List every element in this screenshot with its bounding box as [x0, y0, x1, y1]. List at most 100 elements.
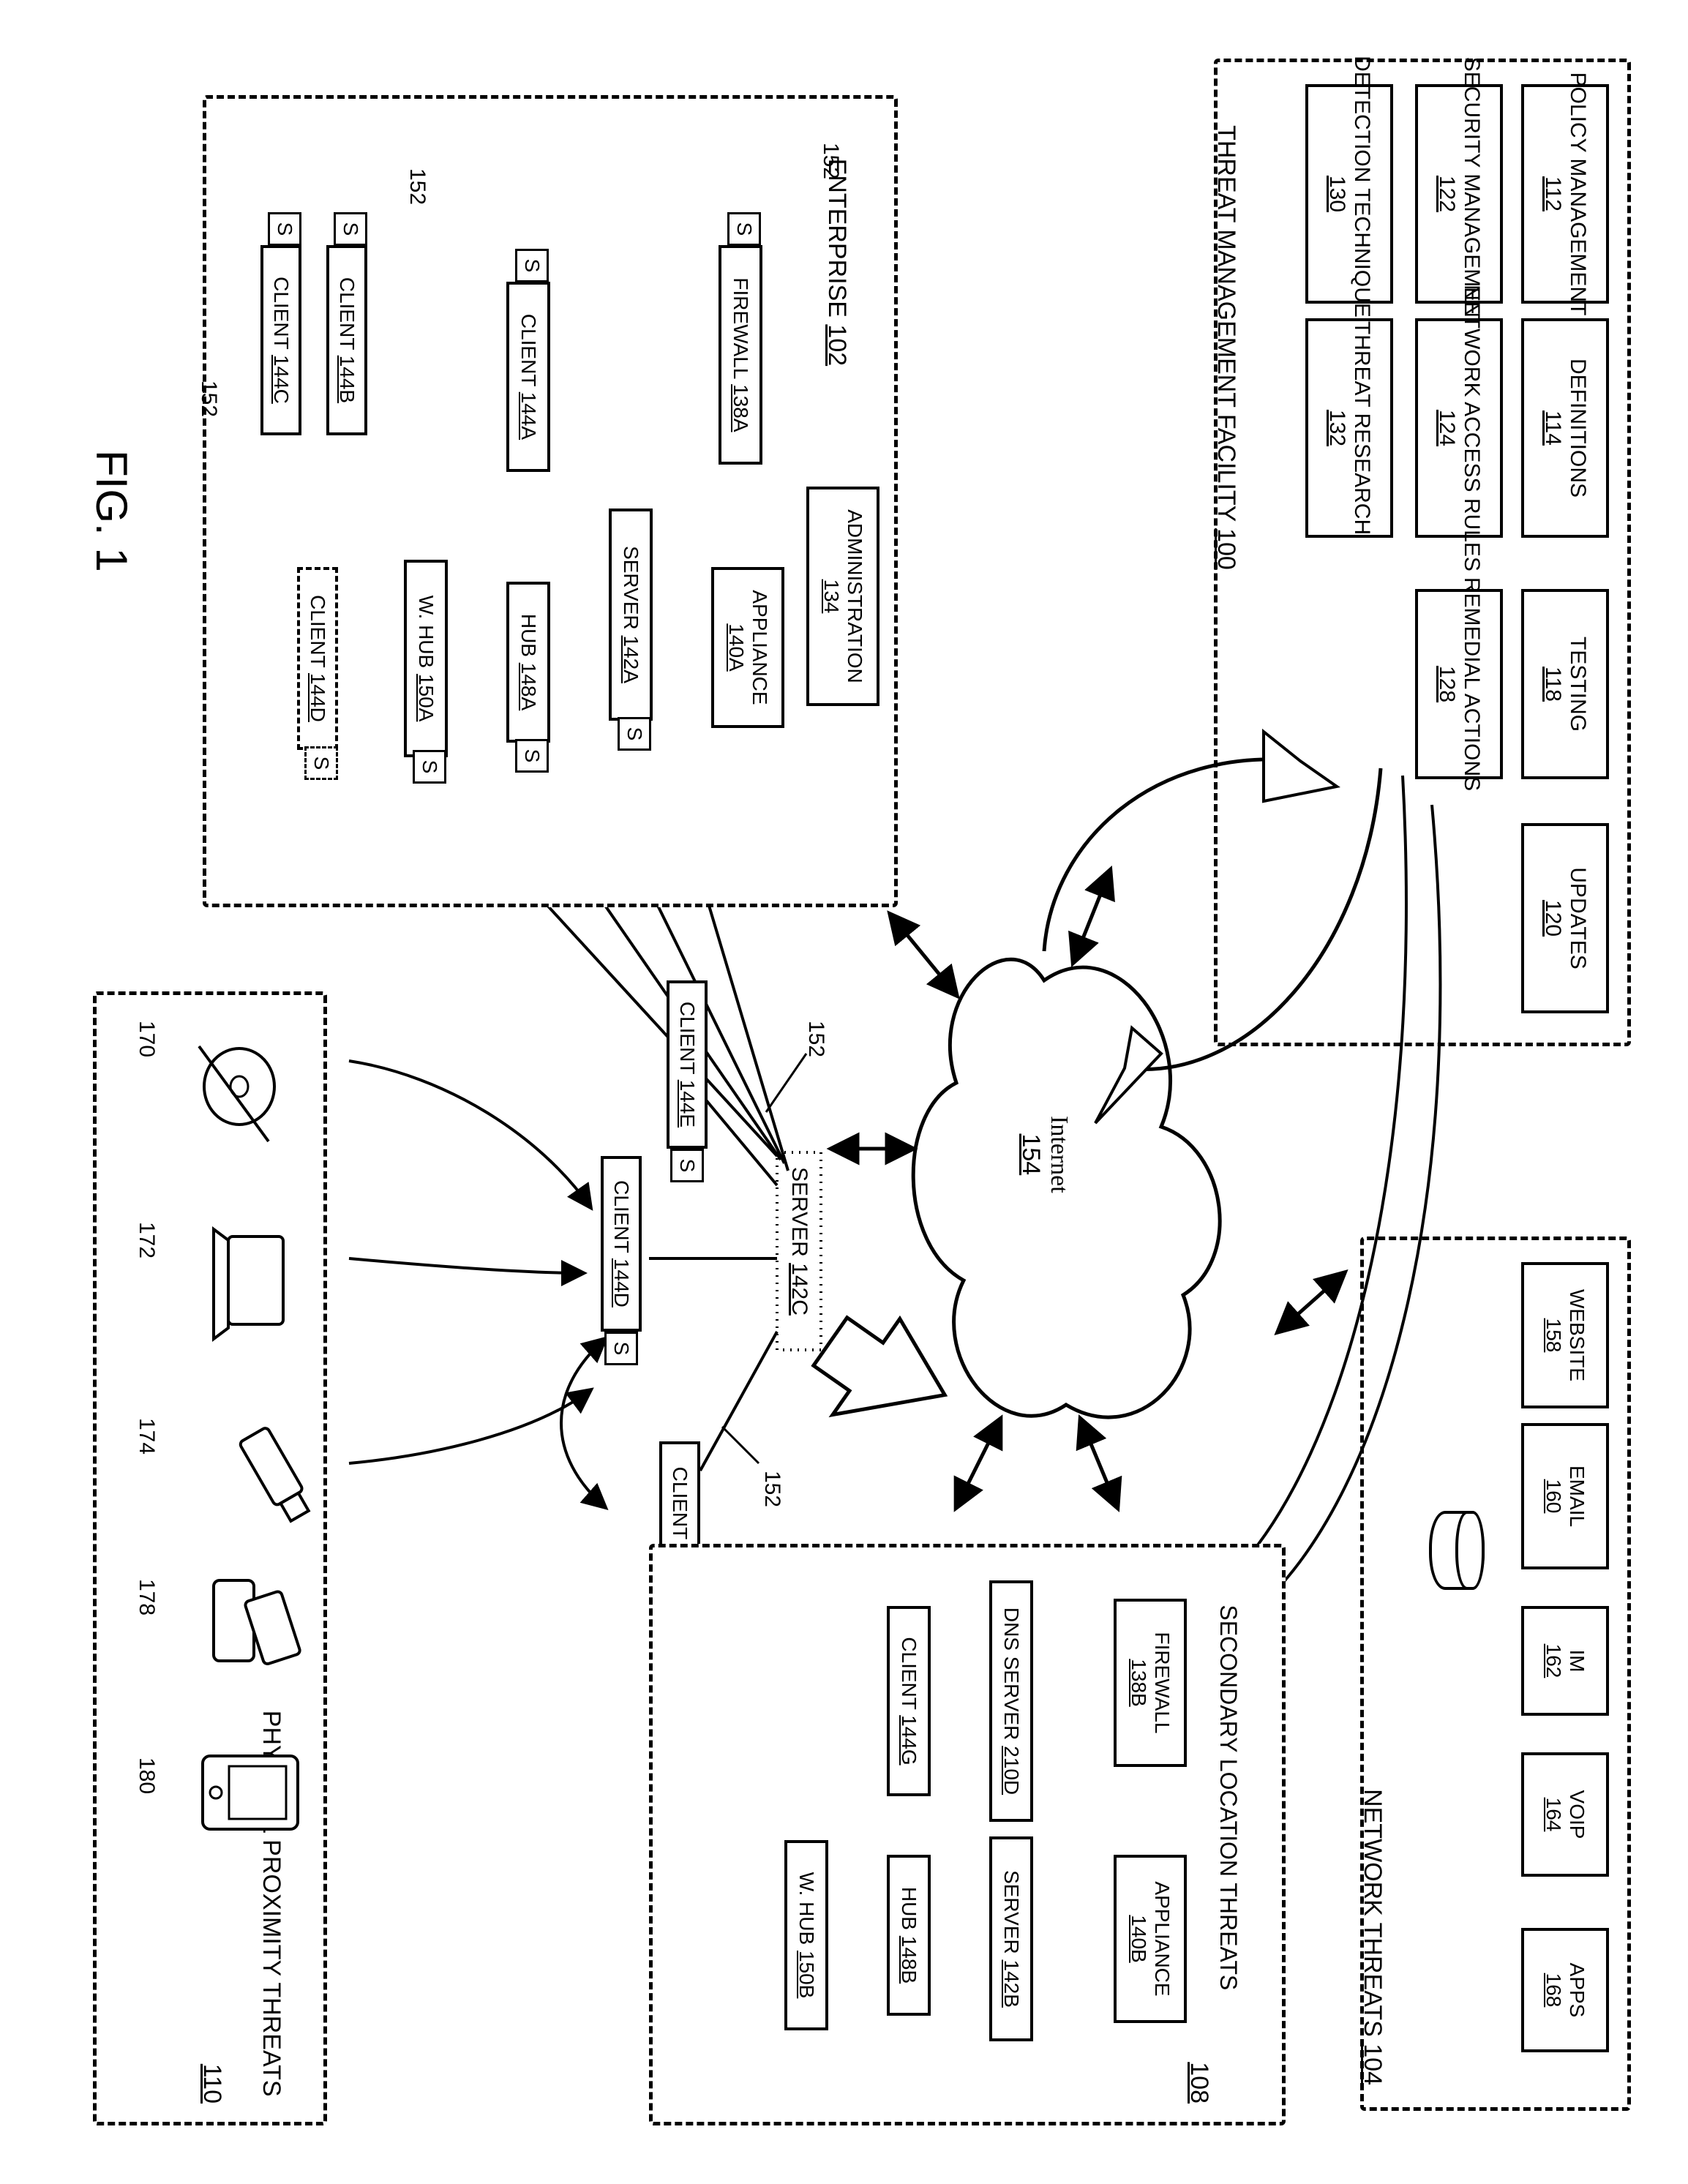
enterprise-title-text: ENTERPRISE	[823, 159, 851, 325]
admin-ref: 134	[819, 579, 843, 614]
s-client-d2: S	[304, 746, 338, 780]
fw-a-ref: 138A	[729, 384, 752, 432]
s-server-a: S	[618, 717, 651, 751]
client-d-word: CLIENT	[610, 1180, 633, 1258]
client-c-box: CLIENT 144C	[260, 245, 301, 435]
administration-box: ADMINISTRATION 134	[806, 487, 879, 706]
disc-icon	[199, 1046, 274, 1141]
secondary-ref: 108	[1156, 2021, 1242, 2104]
hub-b-box: HUB 148B	[887, 1855, 931, 2016]
client-g-box: CLIENT 144G	[887, 1606, 931, 1796]
r180: 180	[134, 1757, 159, 1794]
client-d2-label: CLIENT	[307, 595, 329, 673]
proximity-group: PHYSICAL PROXIMITY THREATS 110	[93, 991, 327, 2125]
appliance-a-label: APPLIANCE	[748, 590, 771, 705]
usb-icon	[239, 1427, 314, 1524]
hub-a-label: HUB	[517, 614, 540, 663]
pda-icon	[203, 1756, 298, 1829]
whub-a-box: W. HUB 150A	[404, 560, 448, 757]
secondary-group: SECONDARY LOCATION THREATS 108 FIREWALL …	[649, 1544, 1286, 2125]
fw-b-ref: 138B	[1127, 1659, 1150, 1706]
client-a-box: CLIENT 144A	[506, 282, 550, 472]
enterprise-title-ref: 102	[823, 324, 851, 366]
secondary-ref-text: 108	[1185, 2062, 1213, 2104]
internet-label: Internet 154	[1016, 1116, 1073, 1193]
r178: 178	[134, 1579, 159, 1616]
r172: 172	[134, 1222, 159, 1258]
hub-b-label: HUB	[898, 1887, 920, 1936]
hub-a-box: HUB 148A	[506, 582, 550, 743]
whub-b-label: W. HUB	[795, 1872, 818, 1951]
client-e-s: S	[670, 1149, 704, 1182]
appliance-a-box: APPLIANCE 140A	[711, 567, 784, 728]
server-c-label: SERVER 142C	[787, 1167, 811, 1316]
fw-b-label: FIREWALL	[1150, 1632, 1174, 1734]
server-b-box: SERVER 142B	[989, 1836, 1033, 2041]
client-f-word: CLIENT	[669, 1467, 691, 1545]
client-e-box: CLIENT 144E	[667, 980, 708, 1149]
firewall-a-box: FIREWALL 138A	[719, 245, 762, 465]
client-d-dashed-box: CLIENT 144D	[297, 567, 338, 750]
r174: 174	[134, 1418, 159, 1455]
r152-c: 152	[196, 380, 221, 417]
whub-b-box: W. HUB 150B	[784, 1840, 828, 2030]
admin-label: ADMINISTRATION	[843, 509, 866, 683]
server-c-ref: 142C	[787, 1263, 811, 1316]
s-client-c: S	[268, 212, 301, 246]
server-b-label: SERVER	[1000, 1870, 1023, 1959]
client-e-word: CLIENT	[676, 1002, 699, 1080]
whub-b-ref: 150B	[795, 1951, 818, 1998]
client-d-box: CLIENT 144D	[601, 1156, 642, 1332]
client-b-box: CLIENT 144B	[326, 245, 367, 435]
server-a-ref: 142A	[620, 636, 642, 683]
hub-b-ref: 148B	[898, 1936, 920, 1984]
r170: 170	[134, 1021, 159, 1057]
client-a-label: CLIENT	[517, 314, 540, 392]
r152-e: 152	[759, 1471, 784, 1507]
client-c-label: CLIENT	[270, 277, 293, 355]
fw-a-label: FIREWALL	[729, 277, 752, 384]
client-c-ref: 144C	[270, 355, 293, 404]
s-client-a: S	[515, 249, 549, 282]
client-g-ref: 144G	[898, 1715, 920, 1765]
r152-b: 152	[405, 168, 429, 205]
appliance-a-ref: 140A	[724, 623, 748, 671]
client-a-ref: 144A	[517, 392, 540, 440]
app-b-label: APPLIANCE	[1150, 1881, 1174, 1996]
s-hub-a: S	[515, 739, 549, 773]
secondary-title-text: SECONDARY LOCATION THREATS	[1215, 1605, 1242, 1990]
whub-a-label: W. HUB	[415, 596, 438, 674]
client-g-label: CLIENT	[898, 1637, 920, 1715]
client-e-ref: 144E	[676, 1080, 699, 1127]
s-whub-a: S	[413, 750, 446, 784]
client-b-label: CLIENT	[336, 277, 359, 356]
internet-word: Internet	[1046, 1116, 1073, 1193]
enterprise-group: ENTERPRISE 102 ADMINISTRATION 134 APPLIA…	[203, 95, 898, 907]
dns-label: DNS SERVER	[1000, 1607, 1023, 1746]
internet-ref: 154	[1017, 1133, 1045, 1175]
whub-a-ref: 150A	[415, 674, 438, 721]
diagram-canvas: POLICY MANAGEMENT 112 DEFINITIONS 114 TE…	[0, 0, 1688, 2184]
s-firewall-a: S	[727, 212, 761, 246]
proximity-icons	[89, 995, 323, 2129]
appliance-b-box: APPLIANCE 140B	[1114, 1855, 1187, 2023]
client-d-s: S	[604, 1332, 638, 1365]
server-a-label: SERVER	[620, 546, 642, 635]
s-client-b: S	[334, 212, 367, 246]
secondary-title: SECONDARY LOCATION THREATS	[1188, 1566, 1269, 1990]
figure-label: FIG. 1	[86, 450, 137, 572]
app-b-ref: 140B	[1127, 1915, 1150, 1962]
laptop-icon	[214, 1229, 283, 1339]
flip-phone-icon	[214, 1580, 301, 1665]
client-d-ref: 144D	[610, 1258, 633, 1307]
dns-ref: 210D	[1000, 1746, 1023, 1795]
server-b-ref: 142B	[1000, 1960, 1023, 2008]
client-d2-ref: 144D	[307, 673, 329, 722]
firewall-b-box: FIREWALL 138B	[1114, 1599, 1187, 1767]
hub-a-ref: 148A	[517, 663, 540, 710]
r152-a: 152	[818, 143, 843, 179]
server-c-word: SERVER	[787, 1167, 811, 1263]
r152-d: 152	[803, 1021, 828, 1057]
client-b-ref: 144B	[336, 356, 359, 403]
server-a-box: SERVER 142A	[609, 509, 653, 721]
